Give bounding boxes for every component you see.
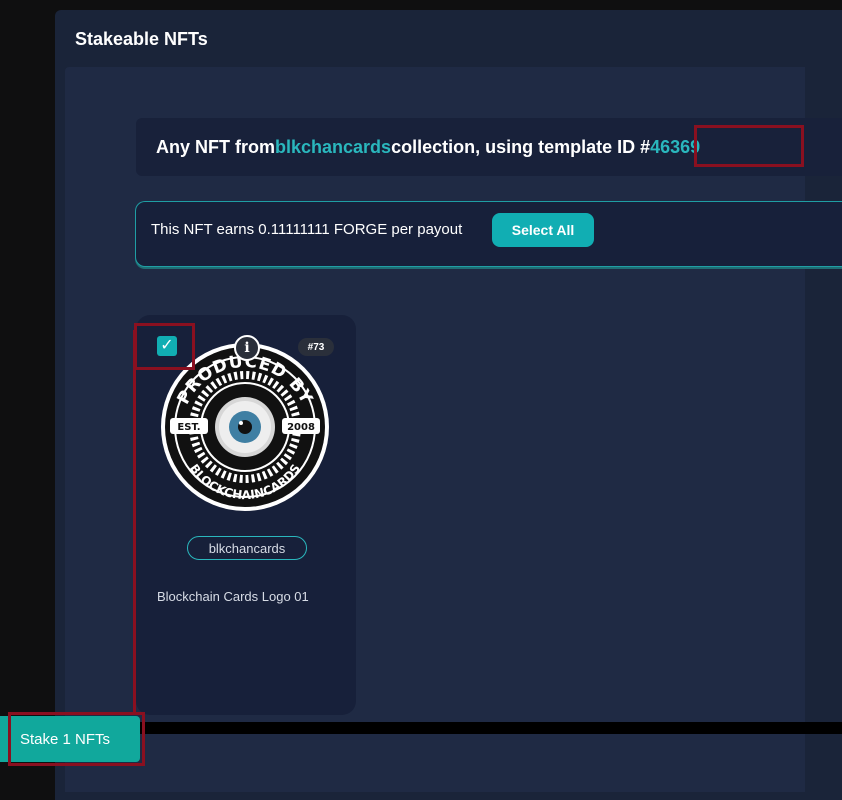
nft-name: Blockchain Cards Logo 01 — [157, 589, 309, 604]
logo-est-text: EST. — [177, 422, 200, 433]
select-nft-checkbox[interactable]: ✓ — [157, 336, 177, 356]
template-info-middle: collection, using template ID # — [391, 136, 651, 157]
template-id-highlight — [694, 125, 804, 167]
template-id-link[interactable]: 46369 — [650, 137, 700, 158]
earnings-text: This NFT earns 0.11111111 FORGE per payo… — [151, 221, 463, 238]
mint-number-badge: #73 — [298, 338, 334, 356]
template-info-prefix: Any NFT from — [156, 136, 275, 157]
collection-badge[interactable]: blkchancards — [187, 536, 307, 560]
logo-year-text: 2008 — [287, 422, 315, 433]
modal-title: Stakeable NFTs — [75, 29, 208, 49]
content-panel-lower — [65, 732, 805, 792]
info-icon[interactable]: i — [234, 335, 260, 361]
stake-button-highlight — [8, 712, 145, 766]
earnings-bar: This NFT earns 0.11111111 FORGE per payo… — [135, 201, 842, 267]
footer-divider — [137, 722, 842, 734]
collection-link[interactable]: blkchancards — [275, 137, 391, 158]
card-highlight-line — [133, 330, 136, 715]
eye-glint — [239, 421, 243, 425]
select-all-button[interactable]: Select All — [492, 213, 594, 247]
